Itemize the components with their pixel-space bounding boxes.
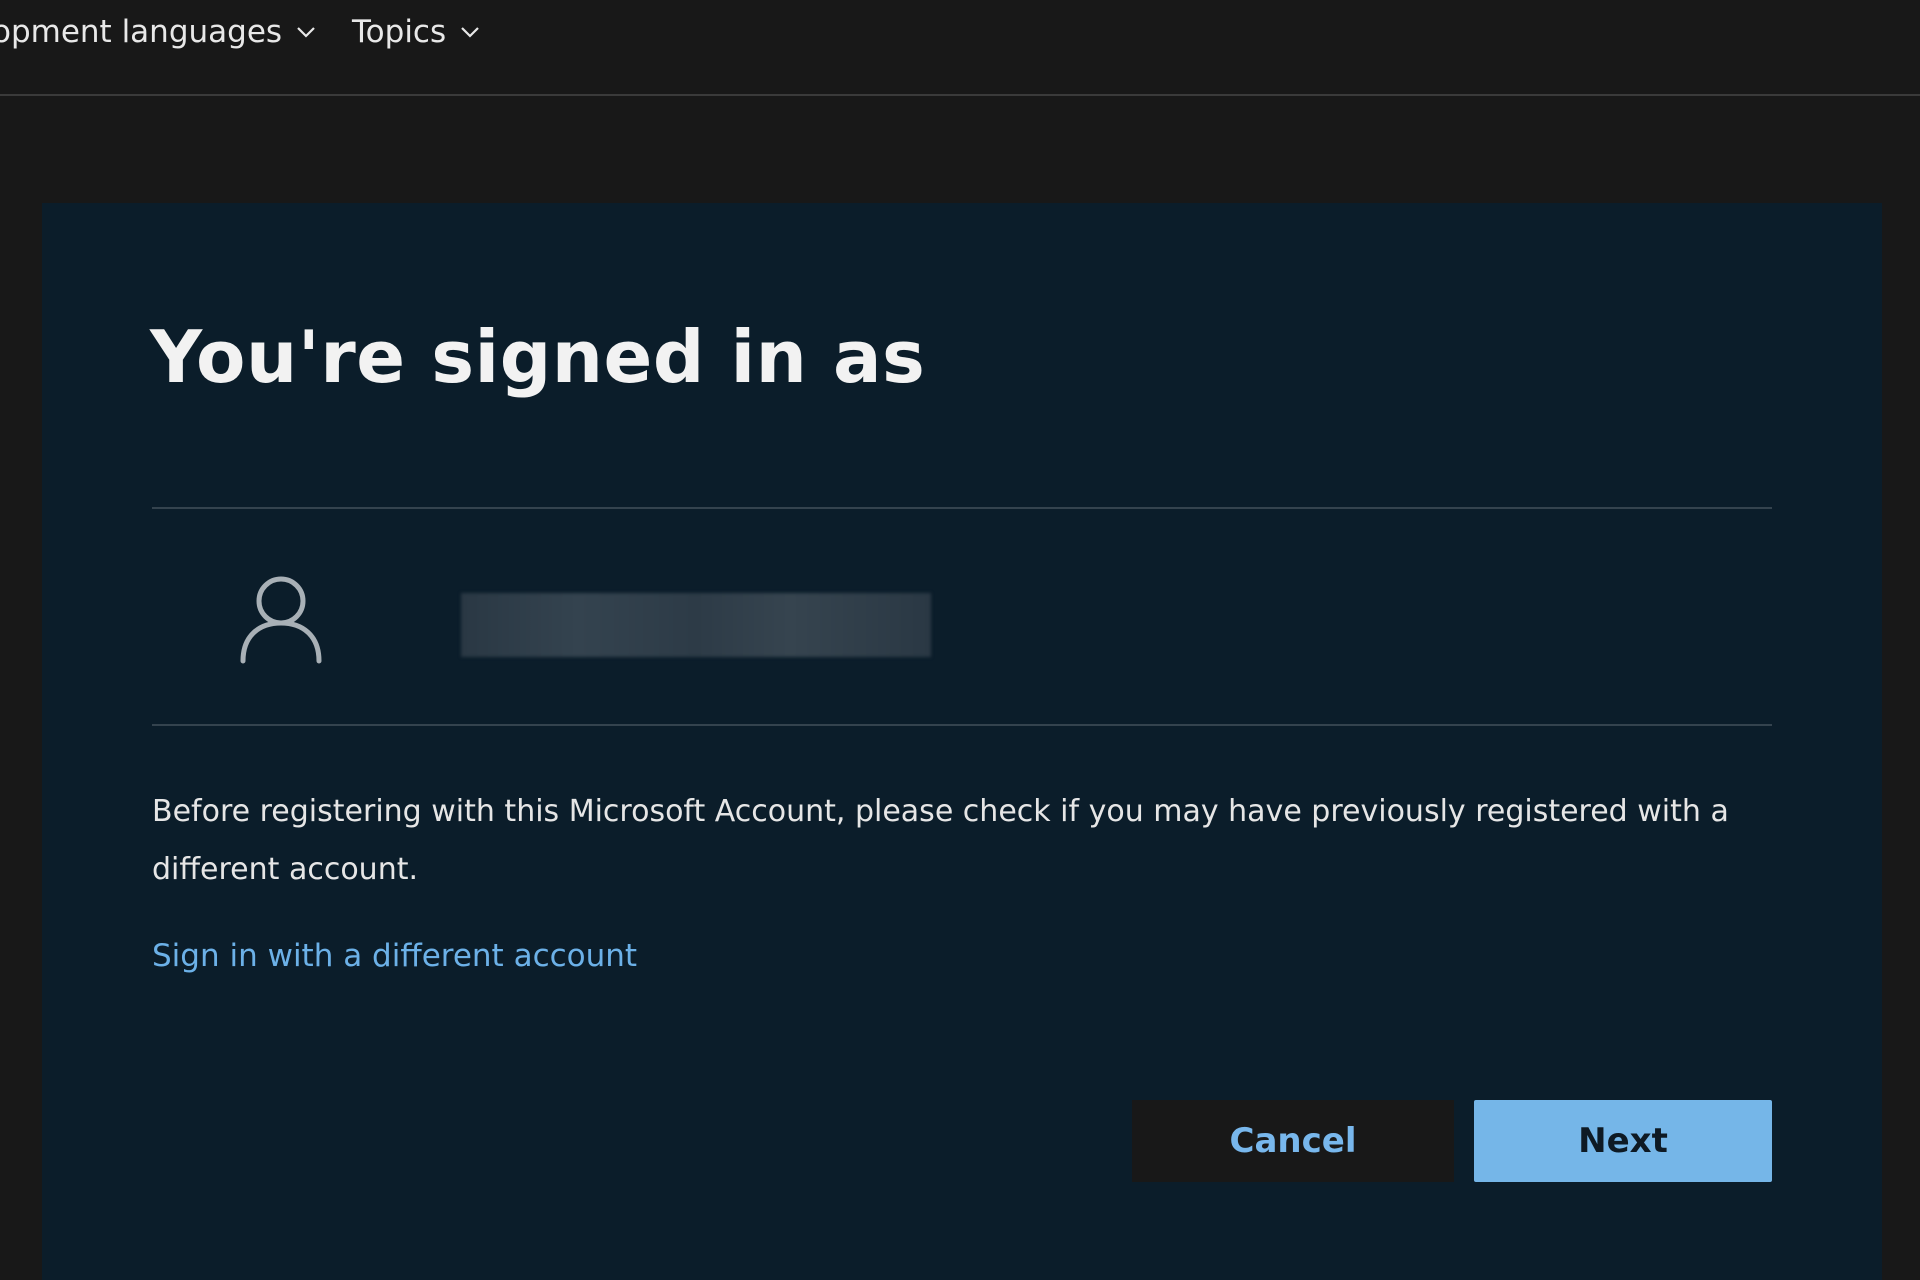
user-icon (240, 576, 322, 664)
nav-topics-label: Topics (352, 14, 447, 50)
nav-development-languages-label: opment languages (0, 14, 283, 50)
signed-in-dialog: You're signed in as Before registering w… (42, 203, 1882, 1280)
chevron-down-icon (297, 27, 315, 38)
top-navigation: opment languages Topics (0, 0, 1920, 96)
nav-development-languages[interactable]: opment languages (0, 14, 318, 50)
registration-notice: Before registering with this Microsoft A… (152, 794, 1729, 887)
cancel-button[interactable]: Cancel (1132, 1100, 1454, 1182)
account-row (152, 509, 1772, 724)
redacted-account-name (461, 593, 931, 657)
next-button[interactable]: Next (1474, 1100, 1772, 1182)
sign-in-different-account-link[interactable]: Sign in with a different account (152, 938, 637, 974)
nav-topics[interactable]: Topics (352, 14, 482, 50)
chevron-down-icon (461, 27, 479, 38)
divider (152, 724, 1772, 726)
dialog-title: You're signed in as (150, 315, 926, 399)
